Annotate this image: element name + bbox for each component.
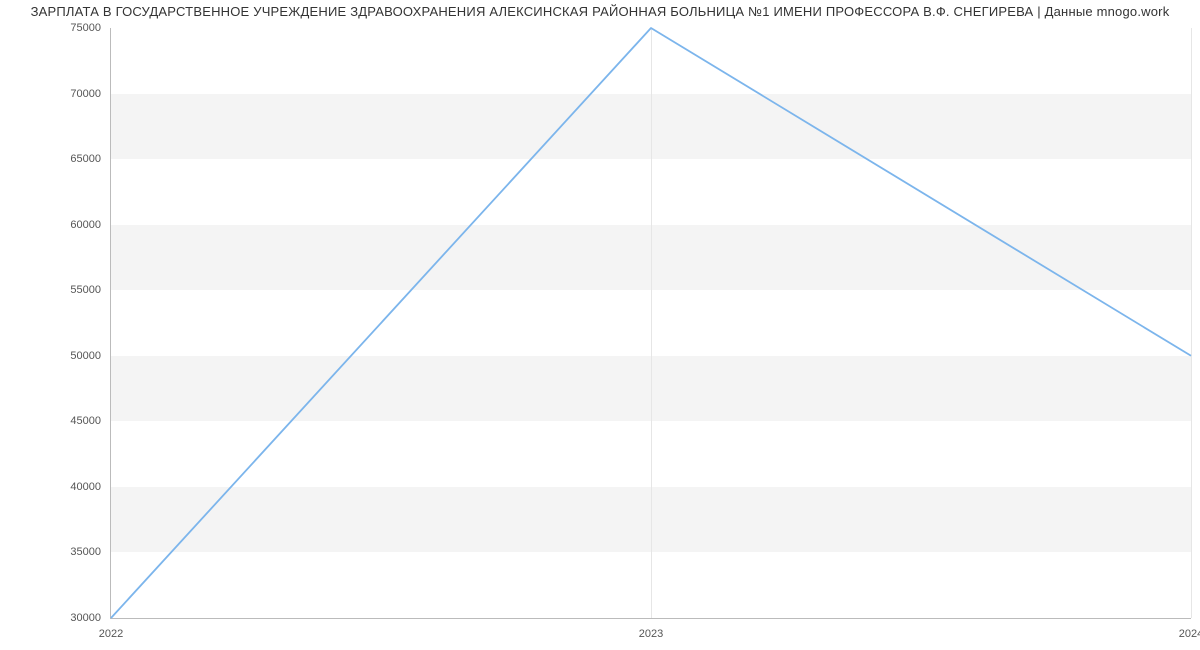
grid-vertical	[1191, 28, 1192, 618]
x-tick-label: 2023	[639, 628, 663, 640]
y-tick-label: 70000	[70, 88, 101, 100]
x-tick-label: 2022	[99, 628, 123, 640]
y-tick-label: 65000	[70, 153, 101, 165]
plot-area: 3000035000400004500050000550006000065000…	[110, 28, 1191, 619]
y-tick-label: 75000	[70, 22, 101, 34]
line-series	[111, 28, 1191, 618]
y-tick-label: 35000	[70, 546, 101, 558]
y-tick-label: 45000	[70, 415, 101, 427]
y-tick-label: 60000	[70, 219, 101, 231]
y-tick-label: 30000	[70, 612, 101, 624]
x-tick-label: 2024	[1179, 628, 1200, 640]
y-tick-label: 55000	[70, 284, 101, 296]
salary-line-chart: ЗАРПЛАТА В ГОСУДАРСТВЕННОЕ УЧРЕЖДЕНИЕ ЗД…	[0, 0, 1200, 650]
y-tick-label: 40000	[70, 481, 101, 493]
chart-title: ЗАРПЛАТА В ГОСУДАРСТВЕННОЕ УЧРЕЖДЕНИЕ ЗД…	[0, 4, 1200, 19]
y-tick-label: 50000	[70, 350, 101, 362]
